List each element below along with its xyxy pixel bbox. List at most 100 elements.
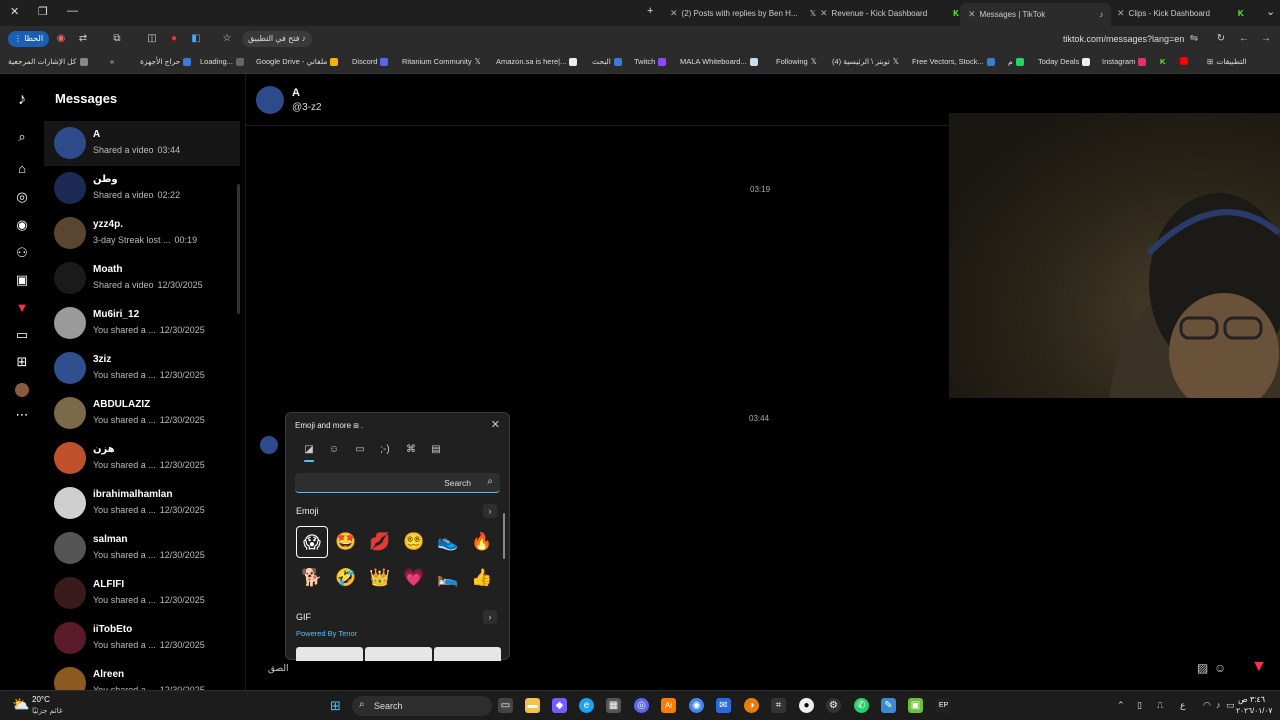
gif-tab-icon[interactable]: ▭: [353, 443, 367, 457]
avatar[interactable]: [256, 86, 284, 114]
bookmarks-overflow[interactable]: «: [110, 57, 114, 66]
emoji-search-input[interactable]: Search ⌕: [295, 473, 500, 493]
kick-bookmark[interactable]: K: [1160, 57, 1165, 66]
close-tab-icon[interactable]: ✕: [1117, 8, 1125, 19]
close-icon[interactable]: ✕: [491, 418, 500, 431]
epic-games-icon[interactable]: EP: [936, 698, 951, 713]
bookmark-all[interactable]: كل الإشارات المرجعية: [8, 57, 88, 66]
bookmark-star-icon[interactable]: ☆: [220, 32, 234, 46]
extension-icon[interactable]: ⧉: [110, 32, 124, 46]
discord-icon[interactable]: ◎: [634, 698, 649, 713]
inbox-send-icon[interactable]: ▼: [14, 300, 30, 316]
task-view-icon[interactable]: ▭: [498, 698, 513, 713]
usb-icon[interactable]: ⎍: [1157, 700, 1163, 711]
tab-kick-revenue[interactable]: ✕ Revenue - Kick Dashboard K: [820, 3, 959, 23]
conversation-item[interactable]: A Shared a video 03:44: [44, 121, 240, 166]
youtube-bookmark[interactable]: [1180, 57, 1188, 65]
emoji-item[interactable]: 🤣: [330, 562, 362, 594]
minecraft-icon[interactable]: ▣: [908, 698, 923, 713]
emoji-item[interactable]: 😵‍💫: [398, 526, 430, 558]
battery-icon[interactable]: ▯: [1137, 700, 1142, 711]
wifi-icon[interactable]: ◠: [1203, 700, 1211, 711]
store-icon[interactable]: ▦: [606, 698, 621, 713]
conversation-item[interactable]: ibrahimalhamlan You shared a ... 12/30/202…: [44, 481, 240, 526]
tab-search-icon[interactable]: ⌄: [1266, 5, 1275, 18]
bookmark-item[interactable]: Discord: [352, 57, 389, 66]
start-button-icon[interactable]: ⊞: [328, 698, 343, 713]
new-tab-button[interactable]: +: [647, 5, 653, 17]
obs-icon[interactable]: ●: [799, 698, 814, 713]
weather-desc[interactable]: غائم جزئيًا: [32, 706, 63, 715]
profile-button[interactable]: ⋮ الحظا: [8, 31, 50, 47]
clock-date[interactable]: ٢٠٢٦/٠١/٠٧: [1236, 706, 1272, 715]
volume-icon[interactable]: ♪: [1216, 700, 1221, 710]
file-explorer-icon[interactable]: ▬: [525, 698, 540, 713]
bookmark-item[interactable]: م: [1008, 57, 1024, 66]
profile-avatar[interactable]: [15, 383, 29, 397]
emoji-item[interactable]: 💗: [398, 562, 430, 594]
capcut-icon[interactable]: ⌗: [771, 698, 786, 713]
upload-icon[interactable]: ⊞: [14, 354, 30, 370]
copilot-icon[interactable]: ◆: [552, 698, 567, 713]
scrollbar[interactable]: [237, 184, 240, 314]
tab-tiktok-messages[interactable]: ✕ Messages | TikTok ♪: [960, 3, 1112, 26]
bookmark-item[interactable]: Ritanium Community 𝕏: [402, 57, 481, 66]
back-icon[interactable]: ←: [1237, 32, 1251, 46]
search-icon[interactable]: ⌕: [487, 476, 493, 487]
home-icon[interactable]: ⌂: [14, 161, 30, 177]
emoji-item[interactable]: 🤩: [330, 526, 362, 558]
emoji-item[interactable]: 👑: [364, 562, 396, 594]
conversation-item[interactable]: وطن Shared a video 02:22: [44, 166, 240, 211]
extension-icon[interactable]: ◫: [145, 32, 159, 46]
bookmark-item[interactable]: البحث: [592, 57, 622, 66]
conversation-item[interactable]: Mu6iri_12 You shared a ... 12/30/2025: [44, 301, 240, 346]
whatsapp-icon[interactable]: ✆: [854, 698, 869, 713]
minimize-window-icon[interactable]: —: [67, 5, 78, 17]
messages-icon[interactable]: ▭: [14, 327, 30, 343]
close-tab-icon[interactable]: ✕: [820, 8, 828, 19]
bookmark-item[interactable]: Google Drive - ملفاتي: [256, 57, 339, 66]
scrollbar[interactable]: [503, 513, 505, 559]
emoji-section-more-icon[interactable]: ›: [483, 504, 497, 518]
blender-icon[interactable]: ◑: [744, 698, 759, 713]
following-icon[interactable]: ⚇: [14, 245, 30, 261]
gif-icon[interactable]: ▨: [1197, 661, 1208, 675]
bookmark-item[interactable]: Twitch: [634, 57, 667, 66]
bookmark-item[interactable]: Amazon.sa is here|...: [496, 57, 578, 66]
language-indicator[interactable]: ع: [1180, 700, 1185, 711]
emoji-item[interactable]: 🔥: [466, 526, 498, 558]
forward-icon[interactable]: →: [1259, 32, 1273, 46]
bookmark-item[interactable]: Following 𝕏: [776, 57, 817, 66]
bookmark-item[interactable]: حراج الأجهزة: [140, 57, 192, 66]
extension-icon[interactable]: ◧: [189, 32, 203, 46]
emoji-item[interactable]: 🐕: [296, 562, 328, 594]
extension-icon[interactable]: ◉: [54, 32, 68, 46]
weather-temp[interactable]: 20°C: [32, 695, 50, 704]
clock-time[interactable]: ٣:٤٦ ص: [1238, 695, 1265, 704]
conversation-item[interactable]: iiTobEto You shared a ... 12/30/2025: [44, 616, 240, 661]
tab-twitter[interactable]: ✕ (2) Posts with replies by Ben H... 𝕏: [670, 3, 816, 23]
tray-overflow-icon[interactable]: ⌃: [1117, 700, 1125, 711]
conversation-item[interactable]: Moath Shared a video 12/30/2025: [44, 256, 240, 301]
extension-icon[interactable]: ●: [167, 32, 181, 46]
reload-icon[interactable]: ↻: [1214, 32, 1228, 46]
bookmark-item[interactable]: Today Deals: [1038, 57, 1091, 66]
restore-window-icon[interactable]: ❐: [38, 5, 48, 18]
emoji-tab-icon[interactable]: ☺: [327, 443, 341, 457]
emoji-icon[interactable]: ☺: [1214, 661, 1226, 675]
illustrator-icon[interactable]: Ai: [661, 698, 676, 713]
clipboard-tab-icon[interactable]: ▤: [429, 443, 443, 457]
more-icon[interactable]: ⋯: [14, 407, 30, 423]
taskbar-search[interactable]: ⌕ Search: [352, 696, 492, 716]
symbols-tab-icon[interactable]: ⌘: [404, 443, 418, 457]
conversation-item[interactable]: 3ziz You shared a ... 12/30/2025: [44, 346, 240, 391]
chat-name[interactable]: A: [292, 87, 300, 99]
weather-icon[interactable]: ⛅: [12, 696, 29, 713]
gif-thumbnail[interactable]: [365, 647, 432, 661]
gif-thumbnail[interactable]: [434, 647, 501, 661]
tv-icon[interactable]: ▣: [14, 272, 30, 288]
mail-icon[interactable]: ✉: [716, 698, 731, 713]
emoji-item[interactable]: 👍: [466, 562, 498, 594]
conversation-item[interactable]: salman You shared a ... 12/30/2025: [44, 526, 240, 571]
conversation-item[interactable]: ABDULAZIZ You shared a ... 12/30/2025: [44, 391, 240, 436]
